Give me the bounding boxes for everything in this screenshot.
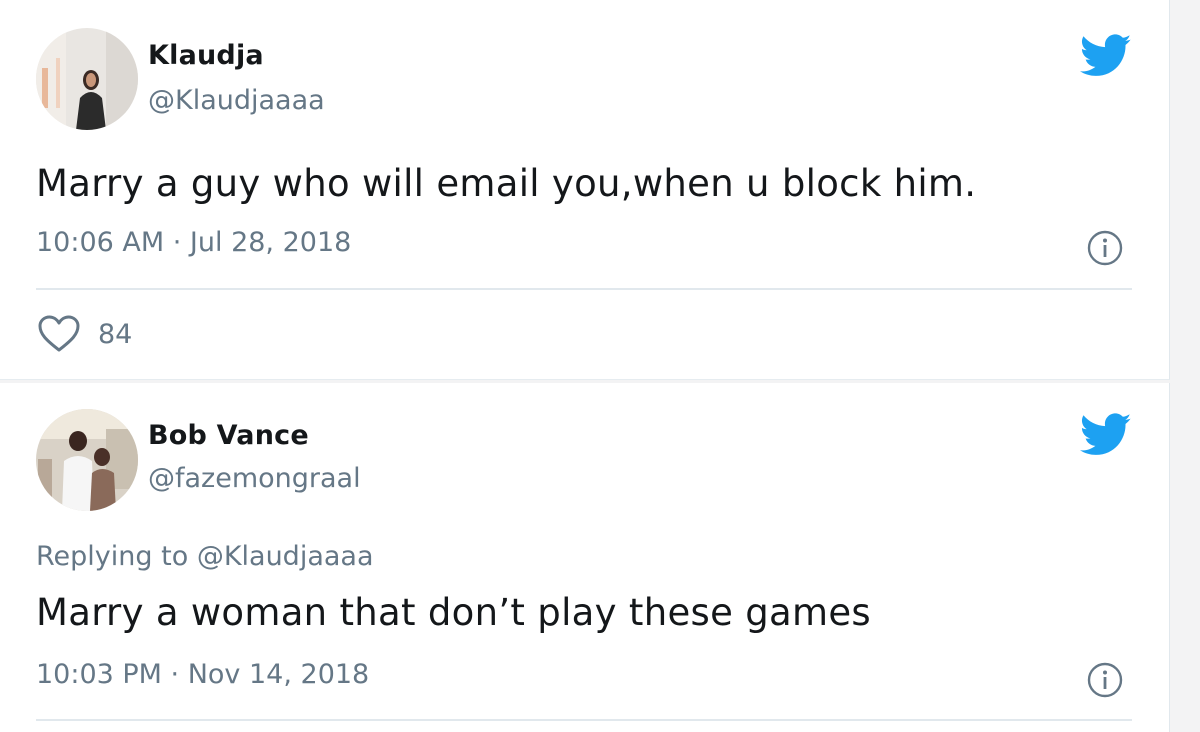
user-handle[interactable]: @Klaudjaaaa xyxy=(148,85,325,116)
divider xyxy=(36,288,1132,290)
avatar-image xyxy=(36,409,138,511)
tweet-card: Bob Vance @fazemongraal Replying to @Kla… xyxy=(0,383,1170,732)
tweet-text: Marry a guy who will email you,when u bl… xyxy=(36,162,977,205)
heart-icon[interactable] xyxy=(36,314,82,354)
replying-to: Replying to @Klaudjaaaa xyxy=(36,541,374,572)
tweet-text: Marry a woman that don’t play these game… xyxy=(36,591,871,634)
tweet-timestamp[interactable]: 10:06 AM · Jul 28, 2018 xyxy=(36,227,351,258)
display-name[interactable]: Klaudja xyxy=(148,40,264,71)
avatar-image xyxy=(36,28,138,130)
tweet-timestamp[interactable]: 10:03 PM · Nov 14, 2018 xyxy=(36,659,369,690)
display-name[interactable]: Bob Vance xyxy=(148,420,309,451)
tweet-card: Klaudja @Klaudjaaaa Marry a guy who will… xyxy=(0,0,1170,380)
user-handle[interactable]: @fazemongraal xyxy=(148,463,361,494)
avatar[interactable] xyxy=(36,409,138,511)
like-count: 84 xyxy=(98,318,133,350)
info-icon[interactable] xyxy=(1086,661,1124,699)
twitter-bird-icon[interactable] xyxy=(1080,413,1132,457)
avatar[interactable] xyxy=(36,28,138,130)
replying-to-mention[interactable]: @Klaudjaaaa xyxy=(197,541,374,572)
twitter-bird-icon[interactable] xyxy=(1080,34,1132,78)
like-action[interactable]: 84 xyxy=(36,312,132,356)
info-icon[interactable] xyxy=(1086,229,1124,267)
replying-to-label: Replying to xyxy=(36,541,197,572)
divider xyxy=(36,719,1132,721)
